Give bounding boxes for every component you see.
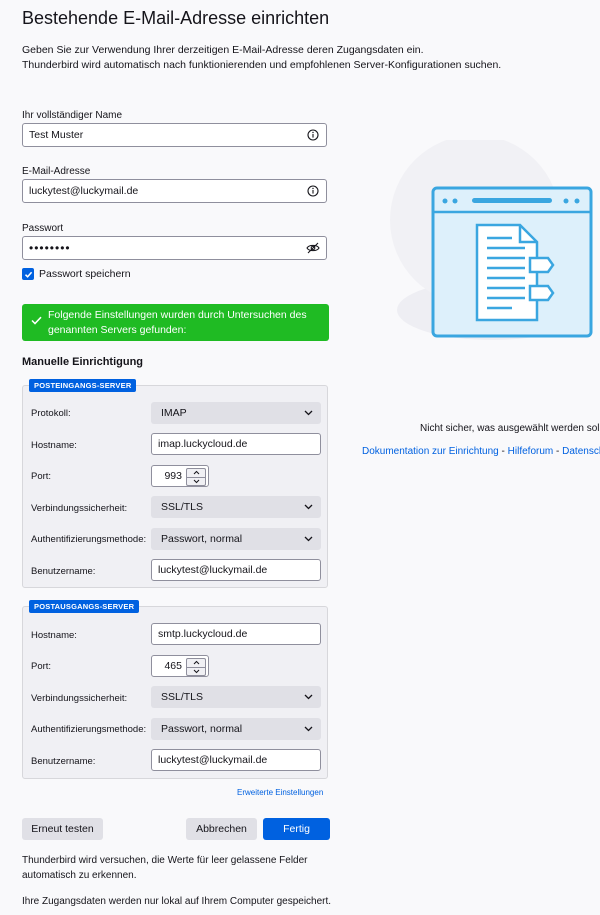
link-separator: - [556, 446, 560, 457]
intro-line-1: Geben Sie zur Verwendung Ihrer derzeitig… [22, 44, 424, 56]
privacy-link[interactable]: Datenschutz [562, 446, 600, 457]
outgoing-hostname-label: Hostname: [31, 630, 77, 641]
password-field[interactable]: •••••••• [22, 236, 327, 260]
incoming-hostname-input[interactable]: imap.luckycloud.de [151, 433, 321, 455]
eye-off-icon[interactable] [306, 241, 320, 255]
success-notification: Folgende Einstellungen wurden durch Unte… [22, 304, 329, 341]
document-browser-illustration [380, 135, 600, 363]
local-storage-note: Ihre Zugangsdaten werden nur lokal auf I… [22, 896, 332, 907]
outgoing-auth-select[interactable]: Passwort, normal [151, 718, 321, 740]
chevron-up-icon[interactable] [187, 659, 205, 667]
done-button[interactable]: Fertig [263, 818, 330, 840]
incoming-username-label: Benutzername: [31, 566, 96, 577]
outgoing-server-badge: POSTAUSGANGS-SERVER [29, 600, 140, 613]
outgoing-username-label: Benutzername: [31, 756, 96, 767]
chevron-down-icon [304, 723, 313, 735]
outgoing-port-value: 465 [164, 660, 182, 672]
password-value: •••••••• [29, 241, 71, 255]
name-field[interactable]: Test Muster [22, 123, 327, 147]
remember-password-label: Passwort speichern [39, 268, 131, 280]
chevron-down-icon [304, 501, 313, 513]
port-spinner[interactable] [186, 468, 206, 486]
incoming-server-badge: POSTEINGANGS-SERVER [29, 379, 137, 392]
protocol-label: Protokoll: [31, 408, 71, 419]
info-icon[interactable] [306, 184, 320, 198]
protocol-value: IMAP [161, 407, 187, 419]
intro-line-2: Thunderbird wird automatisch nach funkti… [22, 59, 502, 71]
manual-setup-title: Manuelle Einrichtigung [22, 356, 144, 368]
docs-link[interactable]: Dokumentation zur Einrichtung [362, 446, 499, 457]
incoming-hostname-value: imap.luckycloud.de [158, 438, 248, 450]
outgoing-hostname-input[interactable]: smtp.luckycloud.de [151, 623, 321, 645]
remember-password-checkbox[interactable] [22, 268, 34, 280]
outgoing-security-select[interactable]: SSL/TLS [151, 686, 321, 708]
autodetect-note-line-2: automatisch zu erkennen. [22, 870, 137, 881]
cancel-button[interactable]: Abbrechen [186, 818, 257, 840]
help-links: Dokumentation zur Einrichtung - Hilfefor… [362, 446, 600, 457]
outgoing-port-stepper[interactable]: 465 [151, 655, 209, 677]
chevron-up-icon[interactable] [187, 469, 205, 477]
chevron-down-icon [304, 691, 313, 703]
remember-password-row[interactable]: Passwort speichern [22, 268, 131, 280]
autodetect-note-line-1: Thunderbird wird versuchen, die Werte fü… [22, 855, 308, 866]
outgoing-username-input[interactable]: luckytest@luckymail.de [151, 749, 321, 771]
forum-link[interactable]: Hilfeforum [508, 446, 554, 457]
outgoing-security-value: SSL/TLS [161, 691, 204, 703]
advanced-settings-link[interactable]: Erweiterte Einstellungen [237, 788, 323, 797]
intro-text: Geben Sie zur Verwendung Ihrer derzeitig… [22, 43, 582, 73]
incoming-auth-label: Authentifizierungsmethode: [31, 534, 147, 545]
retest-button[interactable]: Erneut testen [22, 818, 103, 840]
incoming-security-value: SSL/TLS [161, 501, 204, 513]
page-title: Bestehende E-Mail-Adresse einrichten [22, 8, 330, 28]
outgoing-hostname-value: smtp.luckycloud.de [158, 628, 248, 640]
incoming-username-input[interactable]: luckytest@luckymail.de [151, 559, 321, 581]
incoming-security-label: Verbindungssicherheit: [31, 503, 128, 514]
checkmark-icon [31, 315, 42, 330]
protocol-select[interactable]: IMAP [151, 402, 321, 424]
password-label: Passwort [22, 223, 64, 234]
autodetect-note: Thunderbird wird versuchen, die Werte fü… [22, 853, 308, 883]
incoming-auth-value: Passwort, normal [161, 533, 243, 545]
outgoing-security-label: Verbindungssicherheit: [31, 693, 128, 704]
incoming-port-stepper[interactable]: 993 [151, 465, 209, 487]
port-spinner[interactable] [186, 658, 206, 676]
name-label: Ihr vollständiger Name [22, 110, 123, 121]
incoming-port-label: Port: [31, 471, 52, 482]
name-value: Test Muster [29, 129, 84, 141]
outgoing-auth-label: Authentifizierungsmethode: [31, 724, 147, 735]
info-icon[interactable] [306, 128, 320, 142]
email-label: E-Mail-Adresse [22, 166, 91, 177]
incoming-username-value: luckytest@luckymail.de [158, 564, 268, 576]
unsure-text: Nicht sicher, was ausgewählt werden soll… [420, 423, 600, 434]
outgoing-auth-value: Passwort, normal [161, 723, 243, 735]
outgoing-port-label: Port: [31, 661, 52, 672]
incoming-auth-select[interactable]: Passwort, normal [151, 528, 321, 550]
chevron-down-icon [304, 407, 313, 419]
incoming-hostname-label: Hostname: [31, 440, 77, 451]
link-separator: - [501, 446, 505, 457]
success-message: Folgende Einstellungen wurden durch Unte… [48, 309, 307, 336]
incoming-security-select[interactable]: SSL/TLS [151, 496, 321, 518]
email-field[interactable]: luckytest@luckymail.de [22, 179, 327, 203]
chevron-down-icon [304, 533, 313, 545]
chevron-down-icon[interactable] [187, 476, 205, 486]
email-value: luckytest@luckymail.de [29, 185, 139, 197]
incoming-port-value: 993 [164, 470, 182, 482]
outgoing-username-value: luckytest@luckymail.de [158, 754, 268, 766]
chevron-down-icon[interactable] [187, 666, 205, 676]
